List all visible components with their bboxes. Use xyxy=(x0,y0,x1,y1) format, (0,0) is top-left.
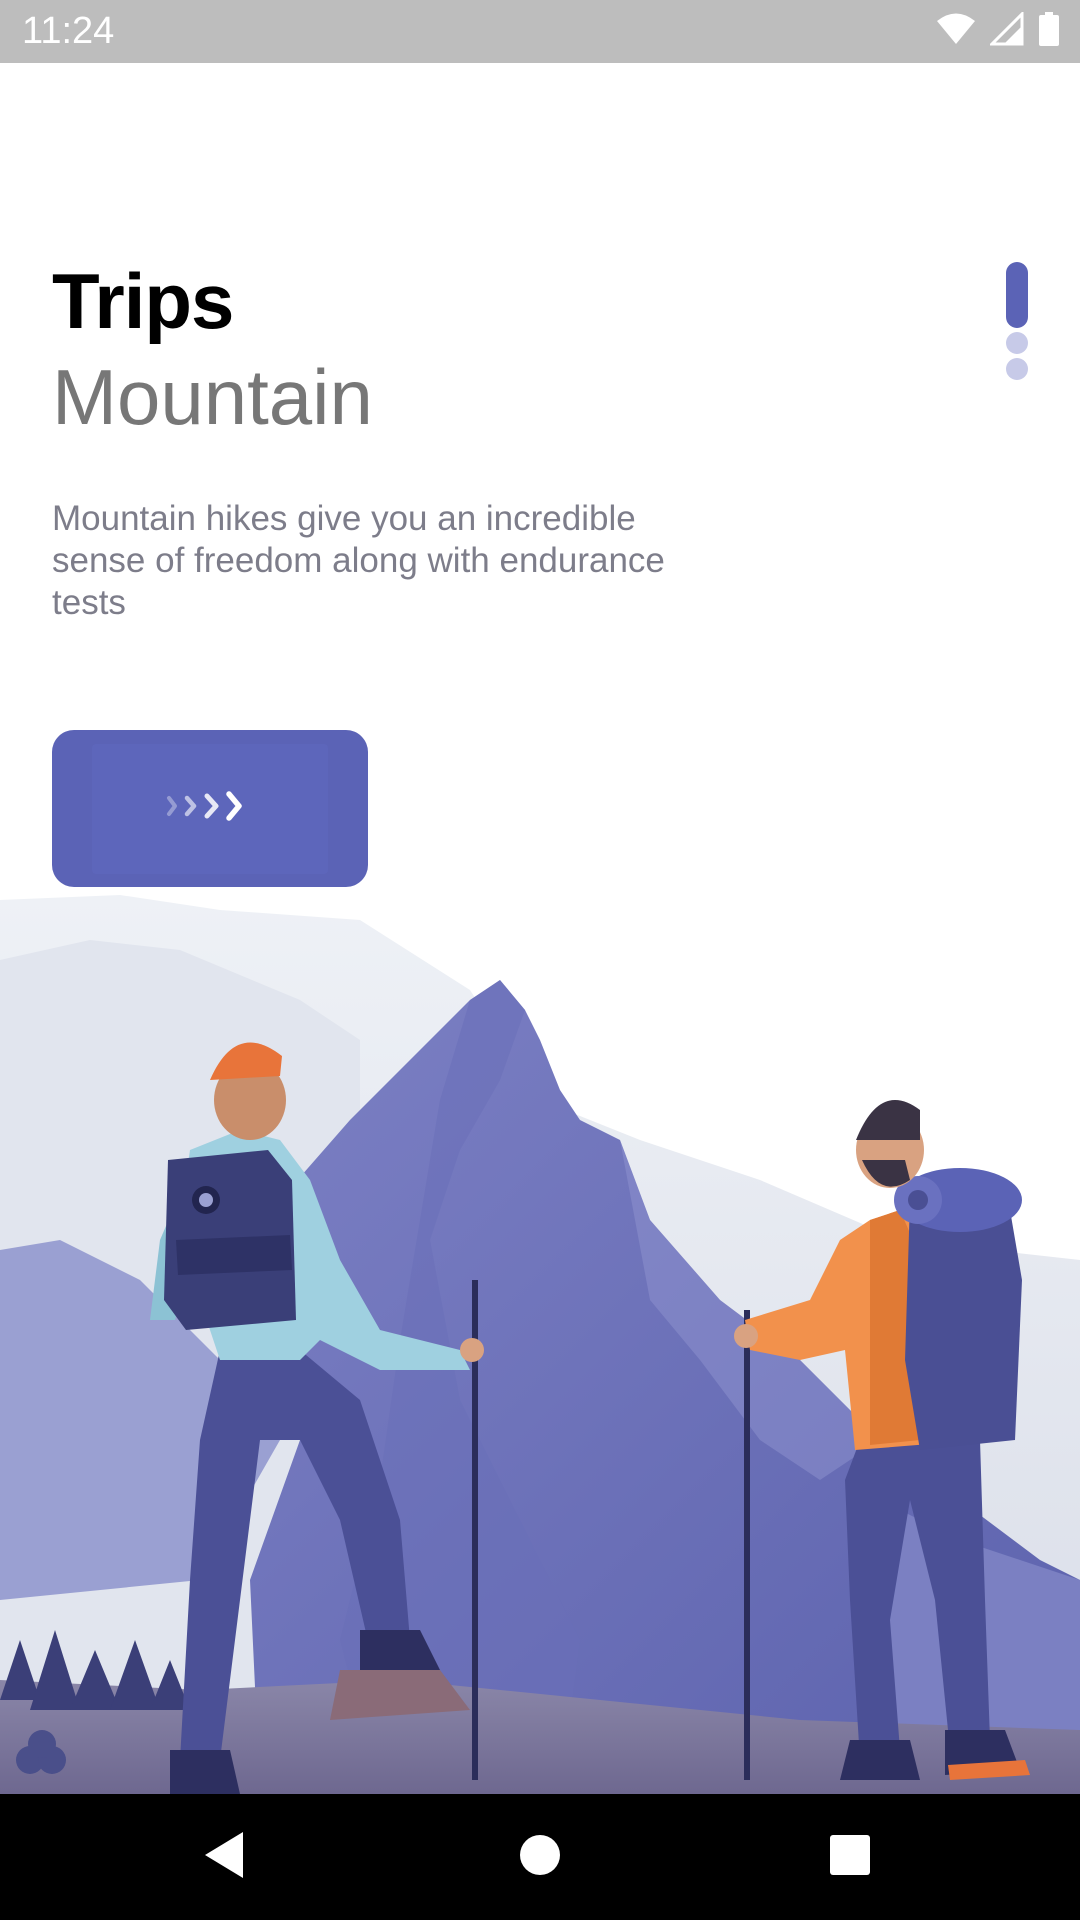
screen: 11:24 Trips Mountain Mountain hikes give… xyxy=(0,0,1080,1920)
page-indicator-dot[interactable] xyxy=(1006,358,1028,380)
page-indicator-dot-active[interactable] xyxy=(1006,262,1028,328)
chevrons-right-icon xyxy=(165,786,255,831)
page-subtitle: Mountain xyxy=(52,353,373,441)
status-icons xyxy=(936,9,1060,51)
home-button[interactable] xyxy=(505,1822,575,1892)
recents-icon xyxy=(829,1834,871,1881)
navigation-bar xyxy=(0,1794,1080,1920)
page-description: Mountain hikes give you an incredible se… xyxy=(52,499,665,622)
back-button[interactable] xyxy=(190,1822,260,1892)
recents-button[interactable] xyxy=(815,1822,885,1892)
home-icon xyxy=(518,1833,562,1882)
page-title: Trips xyxy=(52,257,234,345)
page-indicator-dot[interactable] xyxy=(1006,332,1028,354)
status-time: 11:24 xyxy=(22,10,115,52)
next-button[interactable] xyxy=(52,730,368,887)
signal-icon xyxy=(988,9,1024,51)
back-icon xyxy=(203,1830,247,1885)
status-bar: 11:24 xyxy=(0,0,1080,63)
wifi-icon xyxy=(936,12,976,51)
battery-icon xyxy=(1038,11,1060,51)
page-indicator xyxy=(1006,262,1028,380)
hikers-mountain-illustration xyxy=(0,895,1080,1794)
